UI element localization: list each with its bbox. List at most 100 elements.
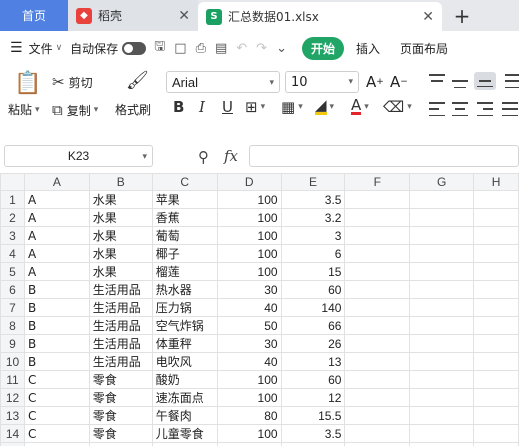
row-header[interactable]: 11 — [0, 370, 25, 389]
row-header[interactable]: 15 — [0, 442, 25, 446]
cell[interactable]: 酸奶 — [151, 370, 218, 389]
cell[interactable] — [473, 298, 519, 317]
cell[interactable] — [473, 316, 519, 335]
cell[interactable] — [280, 442, 346, 446]
cell[interactable] — [409, 424, 475, 443]
font-color-button[interactable]: A ▾ — [351, 98, 369, 115]
undo-icon[interactable]: ↶ — [236, 41, 247, 56]
cell[interactable]: C — [23, 424, 90, 443]
cell[interactable]: 100 — [216, 190, 282, 209]
row-header[interactable]: 6 — [0, 280, 25, 299]
redo-icon[interactable]: ↷ — [256, 41, 267, 56]
cell[interactable] — [473, 388, 519, 407]
underline-button[interactable]: U — [222, 98, 233, 116]
formula-input[interactable] — [249, 145, 519, 167]
cell[interactable] — [473, 406, 519, 425]
cell[interactable]: B — [23, 298, 90, 317]
align-left-icon[interactable] — [429, 102, 445, 116]
zoom-icon[interactable]: ⚲ — [198, 148, 209, 166]
cell[interactable]: 生活用品 — [88, 334, 153, 353]
close-icon[interactable]: ✕ — [178, 8, 190, 24]
cell[interactable]: 60 — [280, 280, 346, 299]
row-header[interactable]: 4 — [0, 244, 25, 263]
cell[interactable]: A — [23, 190, 90, 209]
align-justify-icon[interactable] — [505, 74, 519, 88]
cell[interactable] — [344, 316, 411, 335]
cell[interactable] — [409, 226, 475, 245]
cell[interactable]: C — [23, 370, 90, 389]
cell-style-button[interactable]: ▦ ▾ — [281, 98, 303, 116]
align-right-icon[interactable] — [477, 102, 493, 116]
cell[interactable]: 零食 — [88, 424, 153, 443]
cell[interactable] — [344, 388, 411, 407]
cell[interactable]: 零食 — [88, 370, 153, 389]
cell[interactable] — [151, 442, 218, 446]
clear-format-button[interactable]: ⌫ ▾ — [383, 98, 412, 116]
row-header[interactable]: 13 — [0, 406, 25, 425]
column-header[interactable]: G — [409, 173, 475, 191]
row-header[interactable]: 12 — [0, 388, 25, 407]
italic-button[interactable]: I — [199, 98, 205, 116]
cell[interactable]: 空气炸锅 — [151, 316, 218, 335]
cell[interactable] — [473, 190, 519, 209]
cell[interactable] — [473, 370, 519, 389]
cell[interactable] — [344, 244, 411, 263]
cell[interactable]: 午餐肉 — [151, 406, 218, 425]
close-icon[interactable]: ✕ — [422, 9, 434, 25]
cell[interactable]: A — [23, 244, 90, 263]
column-header[interactable]: B — [88, 173, 153, 191]
cell[interactable] — [344, 424, 411, 443]
cell[interactable]: 生活用品 — [88, 298, 153, 317]
tab-start[interactable]: 开始 — [301, 36, 344, 60]
cell[interactable]: 100 — [216, 226, 282, 245]
cell[interactable] — [473, 424, 519, 443]
cell[interactable] — [409, 316, 475, 335]
row-header[interactable]: 10 — [0, 352, 25, 371]
cell[interactable]: A — [23, 208, 90, 227]
cell[interactable]: 26 — [280, 334, 346, 353]
save-icon[interactable]: 🖫 — [154, 37, 165, 59]
cell[interactable] — [344, 352, 411, 371]
cell[interactable] — [409, 352, 475, 371]
cell[interactable]: 电吹风 — [151, 352, 218, 371]
tab-insert[interactable]: 插入 — [356, 40, 380, 57]
cell[interactable]: 60 — [280, 370, 346, 389]
print-icon[interactable]: ⎙ — [196, 41, 206, 56]
cell[interactable]: 30 — [216, 334, 282, 353]
bold-button[interactable]: B — [173, 98, 184, 116]
cell[interactable] — [344, 442, 411, 446]
cell[interactable]: B — [23, 316, 90, 335]
cell[interactable] — [473, 244, 519, 263]
cell[interactable]: B — [23, 352, 90, 371]
row-header[interactable]: 1 — [0, 190, 25, 209]
print-preview-icon[interactable]: ▤ — [215, 41, 227, 56]
cell[interactable] — [344, 370, 411, 389]
cell[interactable] — [409, 334, 475, 353]
cell[interactable] — [344, 298, 411, 317]
align-bottom-icon[interactable] — [474, 72, 496, 90]
new-tab-button[interactable]: + — [442, 0, 482, 31]
borders-button[interactable]: ⊞ ▾ — [245, 98, 265, 116]
cell[interactable] — [344, 208, 411, 227]
cell[interactable]: 100 — [216, 244, 282, 263]
column-header[interactable]: F — [344, 173, 411, 191]
cell[interactable]: 66 — [280, 316, 346, 335]
cell[interactable]: 体重秤 — [151, 334, 218, 353]
column-header[interactable]: D — [216, 173, 282, 191]
cell[interactable]: 40 — [216, 298, 282, 317]
paste-button[interactable]: 粘贴 ▾ — [8, 101, 40, 118]
cell[interactable] — [473, 334, 519, 353]
cell[interactable]: 100 — [216, 388, 282, 407]
cell[interactable]: 12 — [280, 388, 346, 407]
fill-color-button[interactable]: ◢ ▾ — [315, 98, 334, 115]
cell[interactable]: 15 — [280, 262, 346, 281]
cell[interactable]: 香蕉 — [151, 208, 218, 227]
cell[interactable] — [409, 280, 475, 299]
cell[interactable]: 热水器 — [151, 280, 218, 299]
tab-spreadsheet[interactable]: S 汇总数据01.xlsx ✕ — [198, 2, 442, 31]
cell[interactable]: 速冻面点 — [151, 388, 218, 407]
cell[interactable] — [473, 262, 519, 281]
cell[interactable]: 100 — [216, 424, 282, 443]
cell[interactable]: 100 — [216, 262, 282, 281]
cell[interactable]: 水果 — [88, 226, 153, 245]
